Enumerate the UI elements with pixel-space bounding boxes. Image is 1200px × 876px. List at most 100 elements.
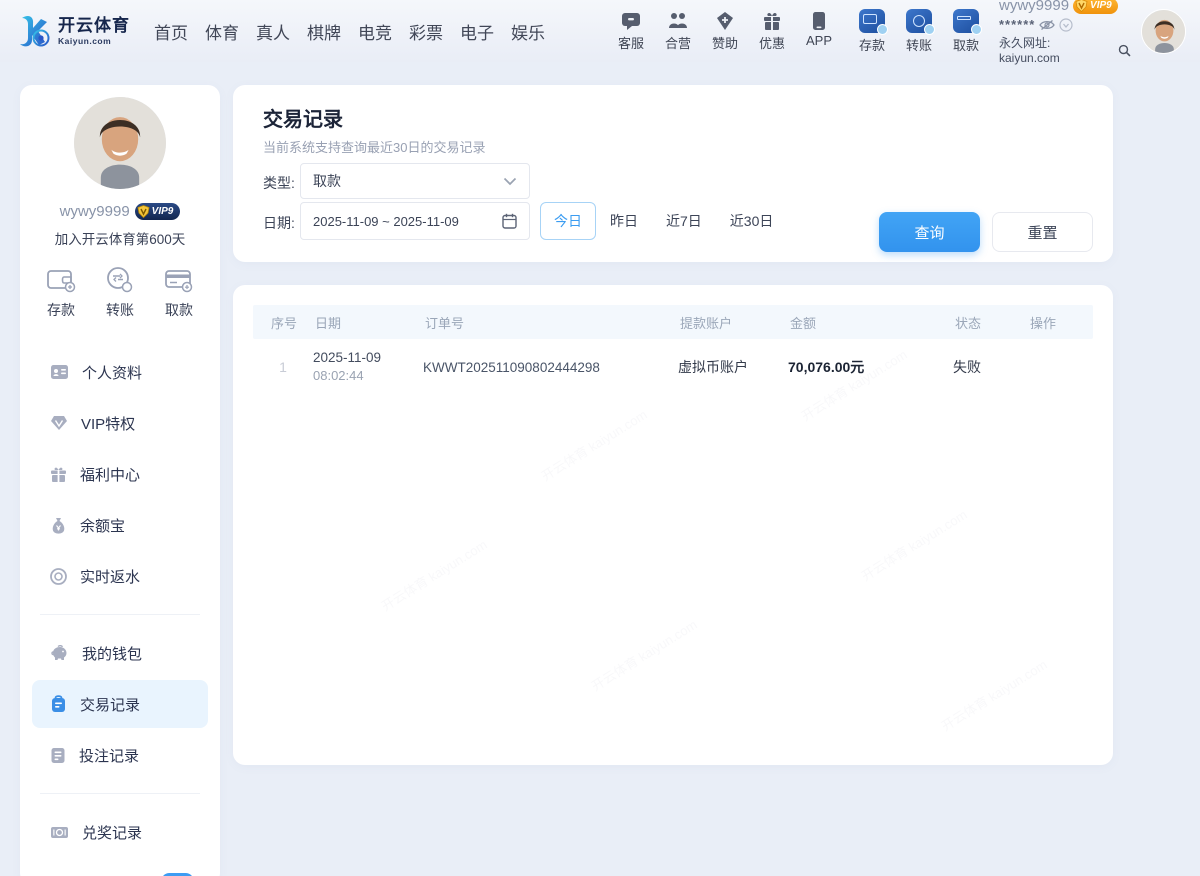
sidebar-item-vip-label: VIP特权 [81, 413, 135, 434]
welfare-gift-icon [50, 466, 67, 483]
nav-item-esports[interactable]: 电竞 [356, 13, 394, 50]
wallet-actions: 存款 转账 取款 [20, 248, 220, 320]
sidebar-transfer-label: 转账 [106, 300, 134, 320]
vip-level-label: VIP9 [1090, 0, 1112, 12]
watermark-text: 开云体育 kaiyun.com [537, 404, 650, 484]
sidebar-item-rebate[interactable]: 实时返水 [32, 552, 208, 600]
sidebar-withdraw-button[interactable]: 取款 [164, 266, 194, 320]
table-row: 1 2025-11-09 08:02:44 KWWT20251109080244… [253, 339, 1093, 395]
page-subtitle: 当前系统支持查询最近30日的交易记录 [263, 137, 485, 156]
type-filter-label: 类型: [263, 173, 295, 193]
nav-item-entertainment[interactable]: 娱乐 [509, 13, 547, 50]
range-yesterday-button[interactable]: 昨日 [596, 202, 652, 240]
nav-item-home[interactable]: 首页 [152, 13, 190, 50]
nav-item-sports[interactable]: 体育 [203, 13, 241, 50]
range-7days-button[interactable]: 近7日 [652, 202, 716, 240]
transfer-button[interactable]: 转账 [902, 9, 936, 54]
col-status: 状态 [953, 313, 1028, 332]
mobile-app-icon [812, 11, 826, 31]
user-avatar[interactable] [1141, 9, 1186, 54]
sidebar-item-bets-label: 投注记录 [79, 745, 139, 766]
transactions-table-card: 开云体育 kaiyun.com 开云体育 kaiyun.com 开云体育 kai… [233, 285, 1113, 765]
piggy-bank-icon [50, 645, 69, 661]
wallet-icon [46, 266, 76, 294]
customer-service-button[interactable]: 客服 [615, 11, 647, 52]
sidebar-item-yuebao-label: 余额宝 [80, 515, 125, 536]
withdraw-label: 取款 [953, 35, 979, 54]
logo-text-en: Kaiyun.com [58, 37, 130, 46]
sidebar-deposit-button[interactable]: 存款 [46, 266, 76, 320]
money-bag-icon [50, 517, 67, 534]
sponsor-button[interactable]: 赞助 [709, 11, 741, 52]
sidebar-item-bets[interactable]: 投注记录 [32, 731, 208, 779]
kaiyun-logo[interactable]: 开云体育 Kaiyun.com [14, 12, 144, 50]
profile-username: wywy9999 [60, 203, 130, 220]
nav-item-lottery[interactable]: 彩票 [407, 13, 445, 50]
deposit-tile-icon [859, 9, 885, 33]
sidebar-item-profile[interactable]: 个人资料 [32, 348, 208, 396]
sidebar-item-welfare-label: 福利中心 [80, 464, 140, 485]
sponsor-label: 赞助 [712, 33, 738, 52]
page-title: 交易记录 [263, 103, 343, 132]
type-select-value: 取款 [313, 171, 341, 191]
sidebar-transfer-button[interactable]: 转账 [105, 266, 135, 320]
prize-record-icon [50, 825, 69, 840]
reset-button[interactable]: 重置 [992, 212, 1093, 252]
sidebar-item-messages[interactable]: 消息中心 99+ [32, 859, 208, 876]
search-button[interactable]: 查询 [879, 212, 980, 252]
range-30days-button[interactable]: 近30日 [716, 202, 788, 240]
row-account: 虚拟币账户 [678, 357, 788, 377]
search-icon[interactable] [1118, 44, 1131, 57]
sidebar-item-yuebao[interactable]: 余额宝 [32, 501, 208, 549]
watermark-text: 开云体育 kaiyun.com [857, 504, 970, 584]
withdraw-tile-icon [953, 9, 979, 33]
transfer-icon [105, 266, 135, 294]
sidebar-item-prizes[interactable]: 兑奖记录 [32, 808, 208, 856]
row-date: 2025-11-09 [313, 349, 423, 367]
date-filter-label: 日期: [263, 213, 295, 233]
vip-shield-gold-icon [137, 205, 150, 218]
nav-item-live[interactable]: 真人 [254, 13, 292, 50]
sidebar-item-transactions[interactable]: 交易记录 [32, 680, 208, 728]
profile-vip-label: VIP9 [152, 206, 174, 217]
row-amount: 70,076.00元 [788, 357, 953, 377]
sponsor-icon [715, 11, 735, 31]
sidebar-item-wallet[interactable]: 我的钱包 [32, 629, 208, 677]
transaction-record-icon [50, 695, 67, 713]
table-header: 序号 日期 订单号 提款账户 金额 状态 操作 [253, 305, 1093, 339]
vip-shield-icon [1075, 0, 1088, 12]
partner-icon [667, 11, 689, 31]
sidebar-item-transactions-label: 交易记录 [80, 694, 140, 715]
eye-off-icon[interactable] [1039, 19, 1055, 31]
nav-item-chess[interactable]: 棋牌 [305, 13, 343, 50]
rebate-icon [50, 568, 67, 585]
sidebar-item-wallet-label: 我的钱包 [82, 643, 142, 664]
date-range-input[interactable]: 2025-11-09 ~ 2025-11-09 [300, 202, 530, 240]
customer-service-label: 客服 [618, 33, 644, 52]
withdraw-button[interactable]: 取款 [949, 9, 983, 54]
row-index: 1 [253, 359, 313, 375]
partner-button[interactable]: 合营 [662, 11, 694, 52]
profile-avatar-image [74, 97, 166, 189]
col-action: 操作 [1028, 313, 1093, 332]
range-today-button[interactable]: 今日 [540, 202, 596, 240]
app-download-button[interactable]: APP [803, 11, 835, 52]
profile-vip-badge: VIP9 [135, 203, 181, 220]
top-navbar: 开云体育 Kaiyun.com 首页 体育 真人 棋牌 电竞 彩票 电子 娱乐 … [0, 0, 1200, 62]
sidebar-item-welfare[interactable]: 福利中心 [32, 450, 208, 498]
sidebar: wywy9999 VIP9 加入开云体育第600天 存款 [20, 85, 220, 876]
sidebar-item-vip[interactable]: VIP特权 [32, 399, 208, 447]
sidebar-item-profile-label: 个人资料 [82, 362, 142, 383]
row-status: 失败 [953, 357, 1028, 377]
user-info-block: wywy9999 VIP9 ****** [999, 0, 1131, 66]
deposit-button[interactable]: 存款 [855, 9, 889, 54]
profile-avatar[interactable] [74, 97, 166, 189]
balance-expand-icon[interactable] [1059, 18, 1073, 32]
deposit-label: 存款 [859, 35, 885, 54]
nav-item-slots[interactable]: 电子 [458, 13, 496, 50]
menu-divider [40, 614, 200, 615]
bet-record-icon [50, 747, 66, 764]
type-select[interactable]: 取款 [300, 163, 530, 199]
row-order-no: KWWT202511090802444298 [423, 360, 678, 375]
promo-button[interactable]: 优惠 [756, 11, 788, 52]
